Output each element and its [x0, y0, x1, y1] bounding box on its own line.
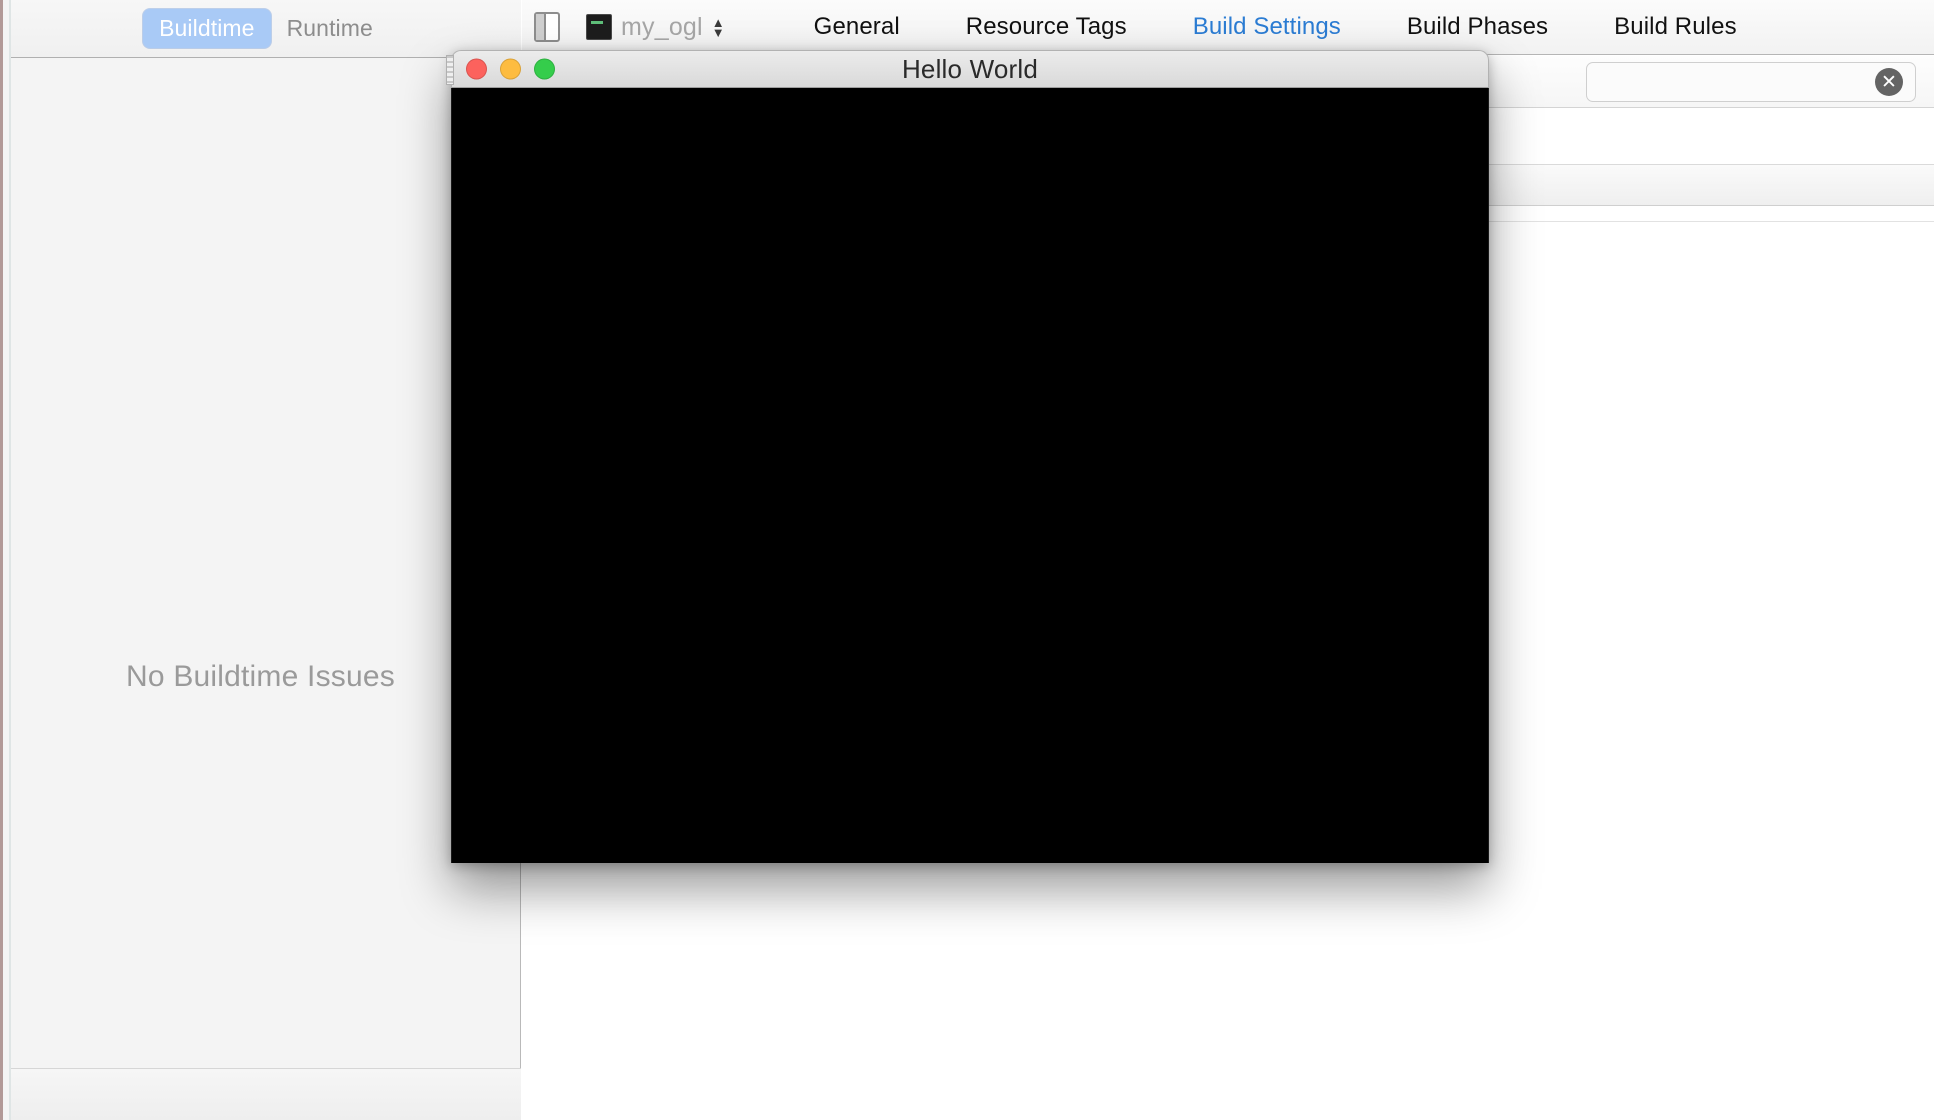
navigator-edge-highlight: [9, 0, 11, 1120]
target-editor-tabs: General Resource Tags Build Settings Bui…: [781, 13, 1770, 41]
sidebar-toggle-icon[interactable]: [534, 12, 560, 42]
navigator-scope-bar: Buildtime Runtime: [11, 0, 521, 58]
target-name-label: my_ogl: [621, 12, 703, 41]
issue-navigator-pane: Buildtime Runtime No Buildtime Issues: [0, 0, 521, 1120]
window-resize-grip[interactable]: [446, 55, 454, 85]
no-issues-message: No Buildtime Issues: [126, 660, 395, 693]
target-editor-toolbar: my_ogl ▲ ▼ General Resource Tags Build Se…: [522, 0, 1934, 55]
tab-general[interactable]: General: [781, 13, 933, 41]
minimize-button[interactable]: [500, 58, 521, 80]
navigator-bottom-bar: [11, 1068, 521, 1120]
scope-button-buildtime[interactable]: Buildtime: [143, 9, 271, 48]
target-chooser[interactable]: my_ogl ▲ ▼: [586, 13, 725, 42]
tab-build-settings[interactable]: Build Settings: [1160, 13, 1374, 41]
tab-build-rules[interactable]: Build Rules: [1581, 13, 1770, 41]
chevron-up-down-icon[interactable]: ▲ ▼: [712, 16, 725, 39]
clear-search-icon[interactable]: ✕: [1875, 68, 1903, 96]
window-left-edge: [0, 0, 3, 1120]
close-button[interactable]: [466, 58, 487, 80]
opengl-canvas[interactable]: [451, 88, 1489, 863]
window-titlebar[interactable]: Hello World: [446, 50, 1489, 88]
hello-world-window[interactable]: Hello World: [446, 50, 1489, 863]
window-controls: [466, 58, 555, 80]
scope-button-runtime[interactable]: Runtime: [271, 9, 389, 48]
app-target-icon: [586, 14, 612, 40]
tab-resource-tags[interactable]: Resource Tags: [933, 13, 1160, 41]
search-input[interactable]: ✕: [1586, 62, 1916, 102]
app-root: Buildtime Runtime No Buildtime Issues my…: [0, 0, 1934, 1120]
zoom-button[interactable]: [534, 58, 555, 80]
tab-build-phases[interactable]: Build Phases: [1374, 13, 1581, 41]
window-title: Hello World: [901, 53, 1039, 84]
